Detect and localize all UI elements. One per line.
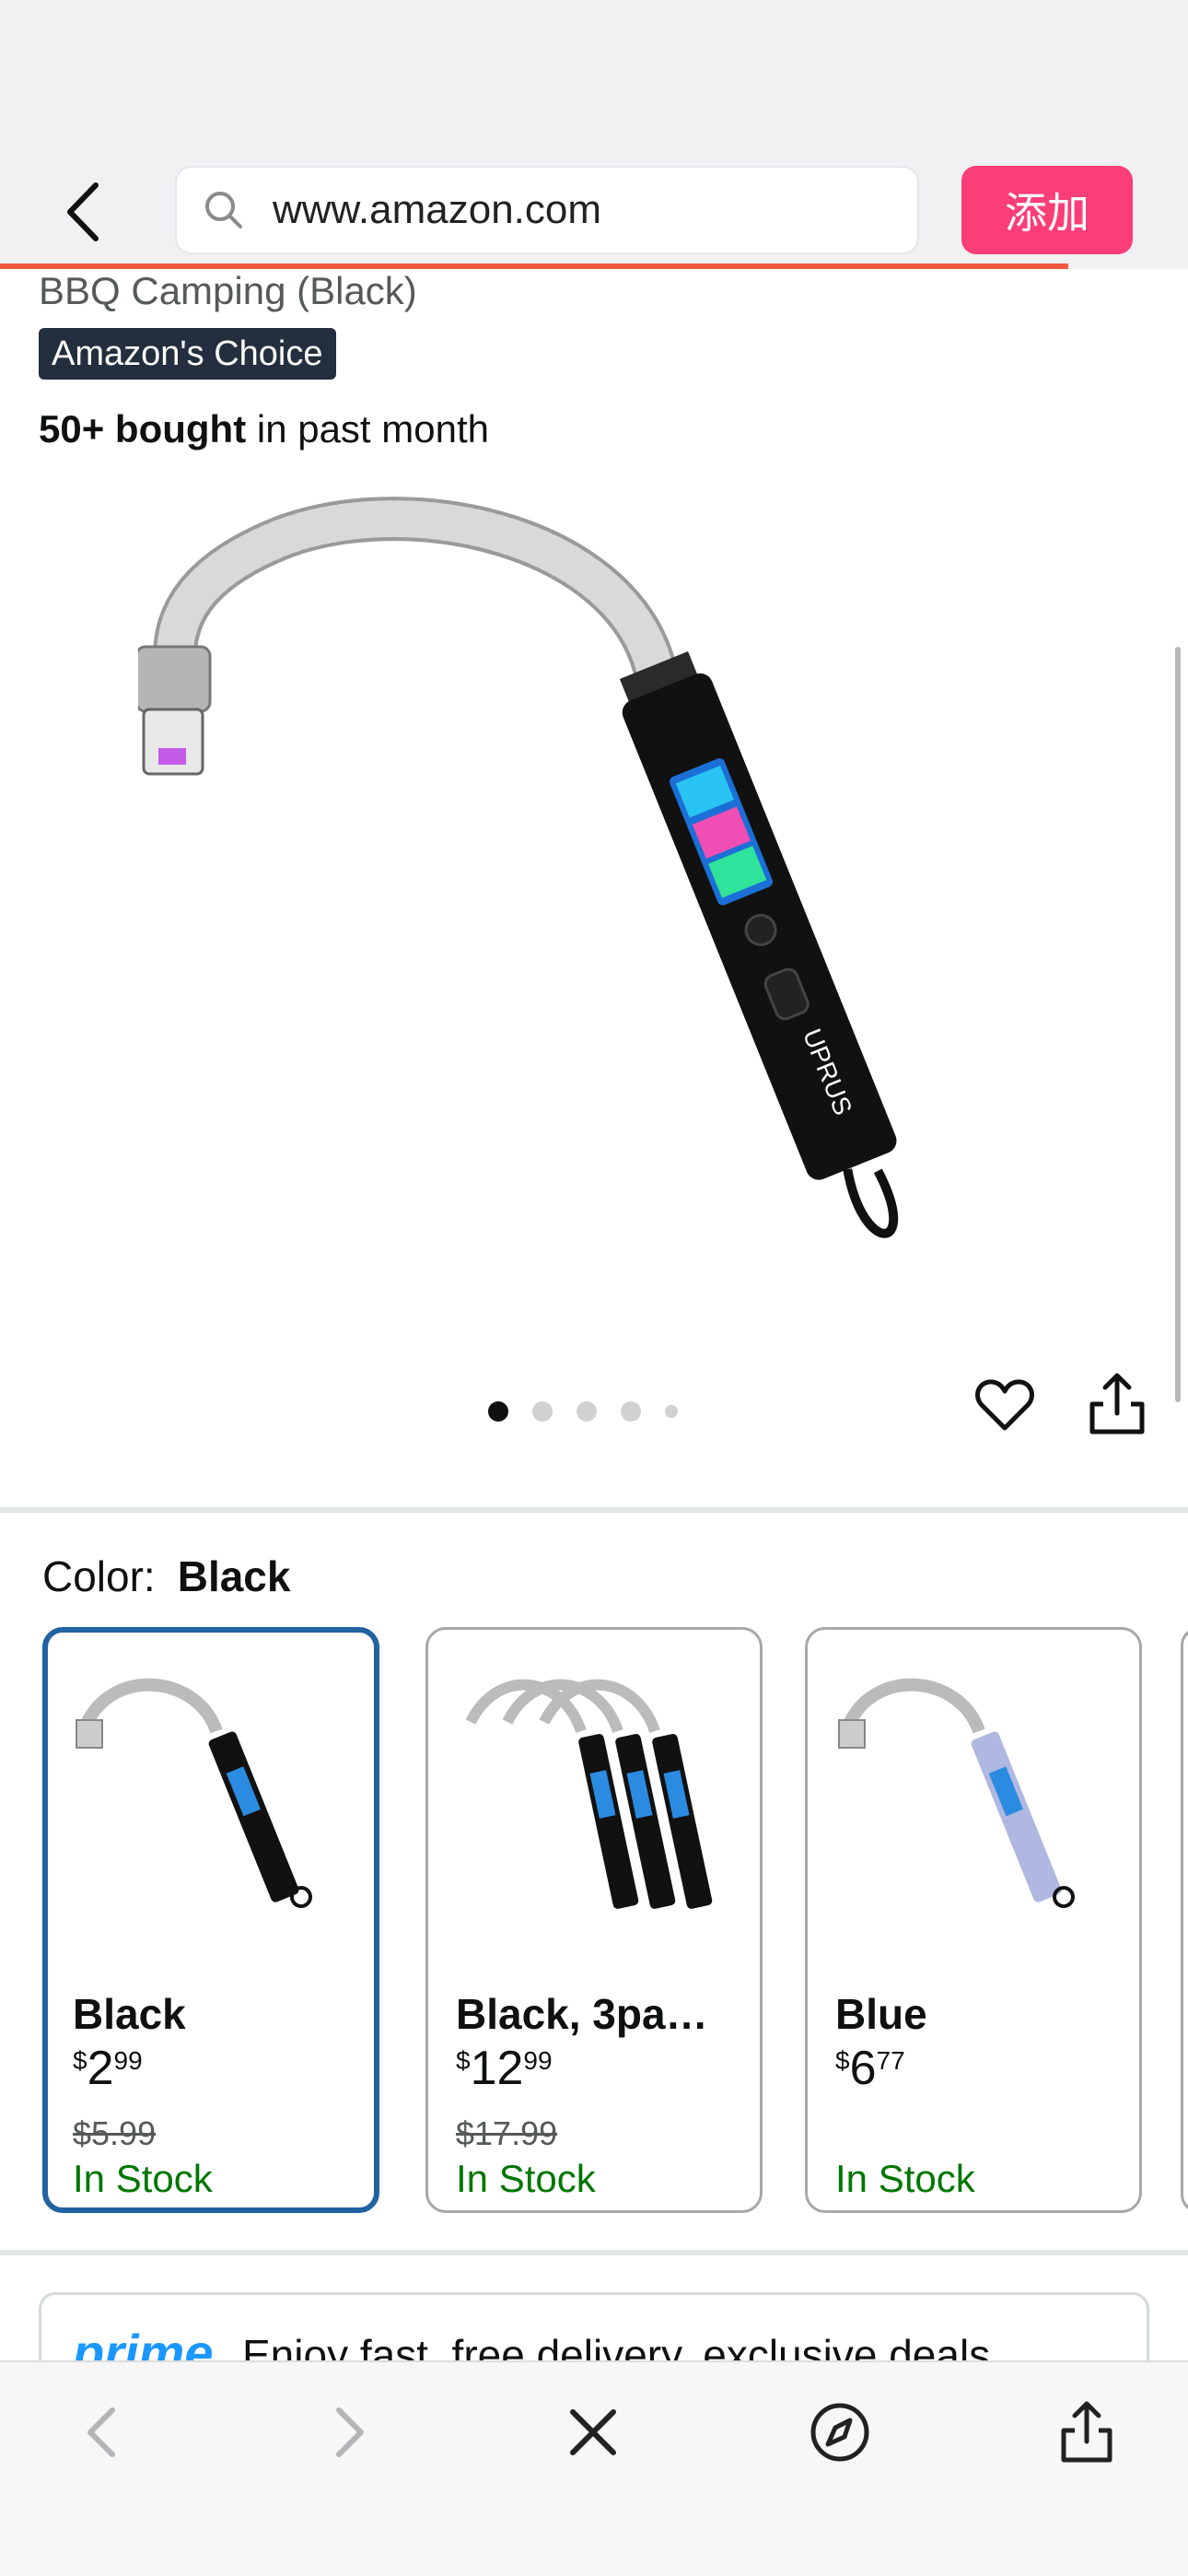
swatch-name: Black, 3pa… [456,1990,708,2038]
swatch-name: Blue [835,1990,927,2038]
gallery-dot-2[interactable] [532,1401,553,1422]
color-swatch-black[interactable]: Black $299 $5.99 In Stock [42,1627,379,2213]
color-swatch-next-peek[interactable] [1181,1627,1188,2213]
browser-bottom-toolbar [0,2360,1188,2576]
add-button[interactable]: 添加 [961,166,1133,254]
toolbar-share-button[interactable] [1050,2395,1124,2469]
gallery-pagination[interactable] [488,1401,678,1422]
share-icon [1089,1373,1145,1434]
prime-logo: prime [73,2324,214,2360]
nav-forward-button[interactable] [313,2395,387,2469]
share-icon [1061,2401,1112,2463]
prime-promo-banner[interactable]: prime Enjoy fast, free delivery, exclusi… [39,2292,1149,2360]
browser-top-bar: www.amazon.com 添加 [0,0,1188,269]
swatch-image [465,1679,713,1909]
selected-color-value: Black [177,1552,291,1600]
swatch-list-price: $17.99 [456,2114,558,2152]
forward-arrow-icon [336,2407,364,2457]
section-divider [0,1507,1188,1513]
open-in-browser-button[interactable] [803,2395,877,2469]
swatch-price: $1299 [456,2042,553,2095]
gallery-dot-4[interactable] [621,1401,641,1422]
chevron-left-icon [67,182,99,241]
swatch-image [838,1678,1075,1908]
bought-count: 50+ bought [39,407,247,451]
swatch-image [76,1678,312,1908]
bought-past-month: 50+ bought in past month [39,407,489,451]
color-label: Color: [42,1552,156,1600]
heart-icon [975,1379,1034,1431]
color-swatch-black-3pack[interactable]: Black, 3pa… $1299 $17.99 In Stock [425,1627,763,2213]
section-divider [0,2250,1188,2255]
search-icon [205,192,242,228]
gallery-dot-5[interactable] [665,1405,678,1418]
product-page: BBQ Camping (Black) Amazon's Choice 50+ … [0,269,1188,2360]
swatch-stock-status: In Stock [73,2157,213,2200]
swatch-list-price: $5.99 [73,2114,157,2152]
gallery-dot-3[interactable] [577,1401,597,1422]
close-button[interactable] [556,2395,630,2469]
back-button[interactable] [55,175,111,249]
amazons-choice-badge: Amazon's Choice [39,328,336,380]
gallery-dot-1[interactable] [488,1401,508,1422]
compass-icon [810,2403,869,2462]
page-scrollbar[interactable] [1175,647,1181,1402]
close-icon [570,2409,616,2455]
url-bar[interactable]: www.amazon.com [175,166,919,254]
color-selector-label: Color: Black [42,1551,290,1601]
wishlist-button[interactable] [974,1375,1035,1435]
color-swatch-blue[interactable]: Blue $677 In Stock [805,1627,1142,2213]
swatch-stock-status: In Stock [835,2157,975,2200]
product-main-image[interactable]: UPRUS [138,481,1041,1310]
swatch-price: $299 [73,2042,143,2095]
product-title-fragment[interactable]: BBQ Camping (Black) [39,269,417,313]
swatch-stock-status: In Stock [456,2157,596,2200]
share-button[interactable] [1087,1371,1147,1435]
url-text: www.amazon.com [273,187,602,232]
bought-suffix: in past month [246,407,489,451]
back-arrow-icon [87,2407,115,2457]
prime-promo-text: Enjoy fast, free delivery, exclusive dea… [242,2331,991,2360]
swatch-price: $677 [835,2042,905,2095]
nav-back-button[interactable] [64,2395,138,2469]
swatch-name: Black [73,1990,186,2038]
